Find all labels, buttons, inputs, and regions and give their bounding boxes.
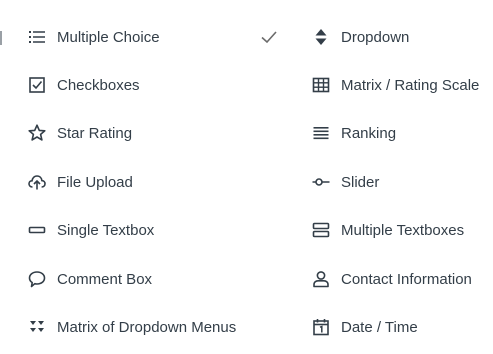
menu-item-contact-information[interactable]: Contact Information — [311, 267, 472, 291]
menu-item-date-time[interactable]: Date / Time — [311, 315, 418, 339]
menu-item-single-textbox[interactable]: Single Textbox — [27, 218, 154, 242]
sort-arrows-icon — [311, 27, 331, 47]
checkmark-icon — [259, 27, 279, 47]
menu-item-label: File Upload — [57, 173, 133, 191]
menu-item-slider[interactable]: Slider — [311, 170, 379, 194]
menu-item-multiple-choice[interactable]: Multiple Choice — [27, 25, 160, 49]
cloud-upload-icon — [27, 172, 47, 192]
menu-item-label: Contact Information — [341, 270, 472, 288]
menu-item-label: Dropdown — [341, 28, 410, 46]
menu-item-star-rating[interactable]: Star Rating — [27, 121, 132, 145]
textbox-icon — [27, 220, 47, 240]
slider-icon — [311, 172, 331, 192]
ranking-lines-icon — [311, 123, 331, 143]
star-icon — [27, 123, 47, 143]
menu-item-multiple-textboxes[interactable]: Multiple Textboxes — [311, 218, 464, 242]
panel-edge-marker — [0, 31, 2, 45]
speech-bubble-icon — [27, 269, 47, 289]
menu-item-label: Multiple Textboxes — [341, 221, 465, 239]
menu-item-label: Matrix of Dropdown Menus — [57, 318, 237, 336]
list-icon — [27, 27, 47, 47]
menu-item-ranking[interactable]: Ranking — [311, 121, 396, 145]
question-type-menu: Multiple Choice Dropdown Checkboxes Matr… — [0, 0, 493, 354]
menu-item-label: Comment Box — [57, 270, 153, 288]
dropdown-matrix-icon — [27, 317, 47, 337]
menu-item-file-upload[interactable]: File Upload — [27, 170, 133, 194]
menu-item-label: Single Textbox — [57, 221, 155, 239]
menu-item-matrix-rating-scale[interactable]: Matrix / Rating Scale — [311, 73, 479, 97]
grid-icon — [311, 75, 331, 95]
menu-item-matrix-of-dropdown-menus[interactable]: Matrix of Dropdown Menus — [27, 315, 236, 339]
menu-item-label: Slider — [341, 173, 380, 191]
menu-item-label: Matrix / Rating Scale — [341, 76, 480, 94]
menu-item-label: Star Rating — [57, 124, 133, 142]
menu-item-label: Multiple Choice — [57, 28, 160, 46]
multiple-textboxes-icon — [311, 220, 331, 240]
menu-item-label: Date / Time — [341, 318, 418, 336]
menu-item-checkboxes[interactable]: Checkboxes — [27, 73, 140, 97]
calendar-icon — [311, 317, 331, 337]
menu-item-label: Ranking — [341, 124, 397, 142]
checkbox-icon — [27, 75, 47, 95]
menu-item-label: Checkboxes — [57, 76, 140, 94]
menu-item-comment-box[interactable]: Comment Box — [27, 267, 152, 291]
menu-item-dropdown[interactable]: Dropdown — [311, 25, 409, 49]
person-icon — [311, 269, 331, 289]
